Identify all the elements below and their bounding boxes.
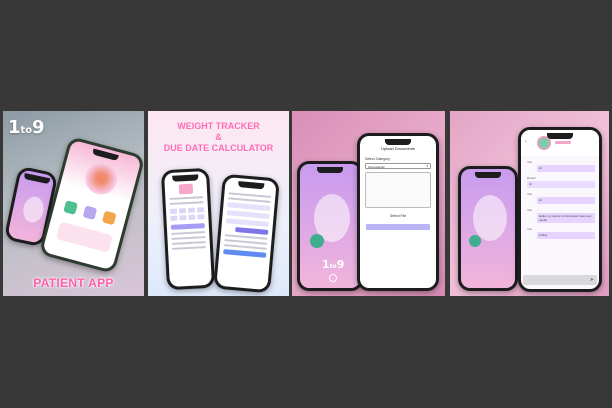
- welcome-screen: 1to9: [300, 164, 360, 288]
- message-bubble: Hello, my doctor is that lesson was very…: [537, 213, 595, 223]
- phone-weight: [213, 173, 280, 294]
- weight-screen: [216, 176, 277, 291]
- category-label: Select Category: [365, 157, 390, 161]
- chevron-down-icon: ▾: [426, 164, 428, 168]
- category-select[interactable]: Sonographic ▾: [365, 163, 431, 169]
- phone-front: [38, 135, 144, 275]
- submit-button[interactable]: [366, 224, 430, 230]
- mother-illustration-icon: [473, 195, 507, 241]
- calculate-button[interactable]: [170, 223, 205, 230]
- calendar-icon: [178, 183, 194, 195]
- caption-patient-app: PATIENT APP: [33, 276, 114, 290]
- message-sender: Doctor: [527, 176, 536, 180]
- document-preview-area[interactable]: [365, 172, 431, 208]
- panel-chat: ‹ You Hi Doctor Hi You Hi You Hello, my …: [450, 111, 609, 296]
- doctor-name: [555, 141, 571, 144]
- info-card[interactable]: [56, 221, 113, 253]
- home-screen: [42, 139, 142, 271]
- upload-screen: Upload Documents Select Category Sonogra…: [360, 136, 436, 288]
- next-icon[interactable]: [329, 274, 337, 282]
- panel-upload-documents: 1to9 Upload Documents Select Category So…: [292, 111, 445, 296]
- back-arrow-icon[interactable]: ‹: [525, 139, 527, 145]
- message-sender: You: [527, 208, 533, 212]
- message-list: You Hi Doctor Hi You Hi You Hello, my do…: [521, 160, 599, 239]
- logo: 1to9: [322, 258, 345, 271]
- menu-tile-icon[interactable]: [63, 200, 78, 215]
- save-button[interactable]: [223, 249, 267, 258]
- phone-due-date: [160, 167, 216, 291]
- message-input[interactable]: ➤: [523, 275, 597, 285]
- message-bubble: Friday: [537, 232, 595, 239]
- select-file-button[interactable]: Select File: [360, 214, 436, 218]
- logo: 1to9: [8, 117, 45, 138]
- screen-title: Upload Documents: [380, 146, 416, 151]
- message-sender: You: [527, 192, 533, 196]
- message-bubble: Hi: [527, 181, 595, 188]
- leaf-icon: [310, 234, 324, 248]
- menu-tile-icon[interactable]: [82, 205, 98, 221]
- add-weight-button[interactable]: [235, 227, 269, 235]
- message-bubble: Hi: [537, 197, 595, 204]
- message-bubble: Hi: [537, 165, 595, 172]
- phone-welcome: [458, 166, 518, 291]
- feature-title: WEIGHT TRACKER & DUE DATE CALCULATOR: [163, 121, 274, 153]
- message-sender: You: [527, 160, 533, 164]
- leaf-icon: [469, 235, 481, 247]
- welcome-screen: [461, 169, 515, 288]
- panel-patient-app: 1to9 PATIENT APP: [3, 111, 144, 296]
- due-date-screen: [164, 170, 212, 288]
- phone-upload: Upload Documents Select Category Sonogra…: [357, 133, 439, 291]
- phone-welcome: 1to9: [297, 161, 363, 291]
- phone-chat: ‹ You Hi Doctor Hi You Hi You Hello, my …: [518, 127, 602, 292]
- menu-tile-icon[interactable]: [101, 210, 117, 226]
- chat-screen: ‹ You Hi Doctor Hi You Hi You Hello, my …: [521, 130, 599, 289]
- send-icon[interactable]: ➤: [590, 277, 594, 283]
- panel-weight-tracker: WEIGHT TRACKER & DUE DATE CALCULATOR: [148, 111, 289, 296]
- message-sender: You: [527, 227, 533, 231]
- mother-illustration-icon: [20, 194, 46, 225]
- baby-scan-icon: [81, 158, 121, 199]
